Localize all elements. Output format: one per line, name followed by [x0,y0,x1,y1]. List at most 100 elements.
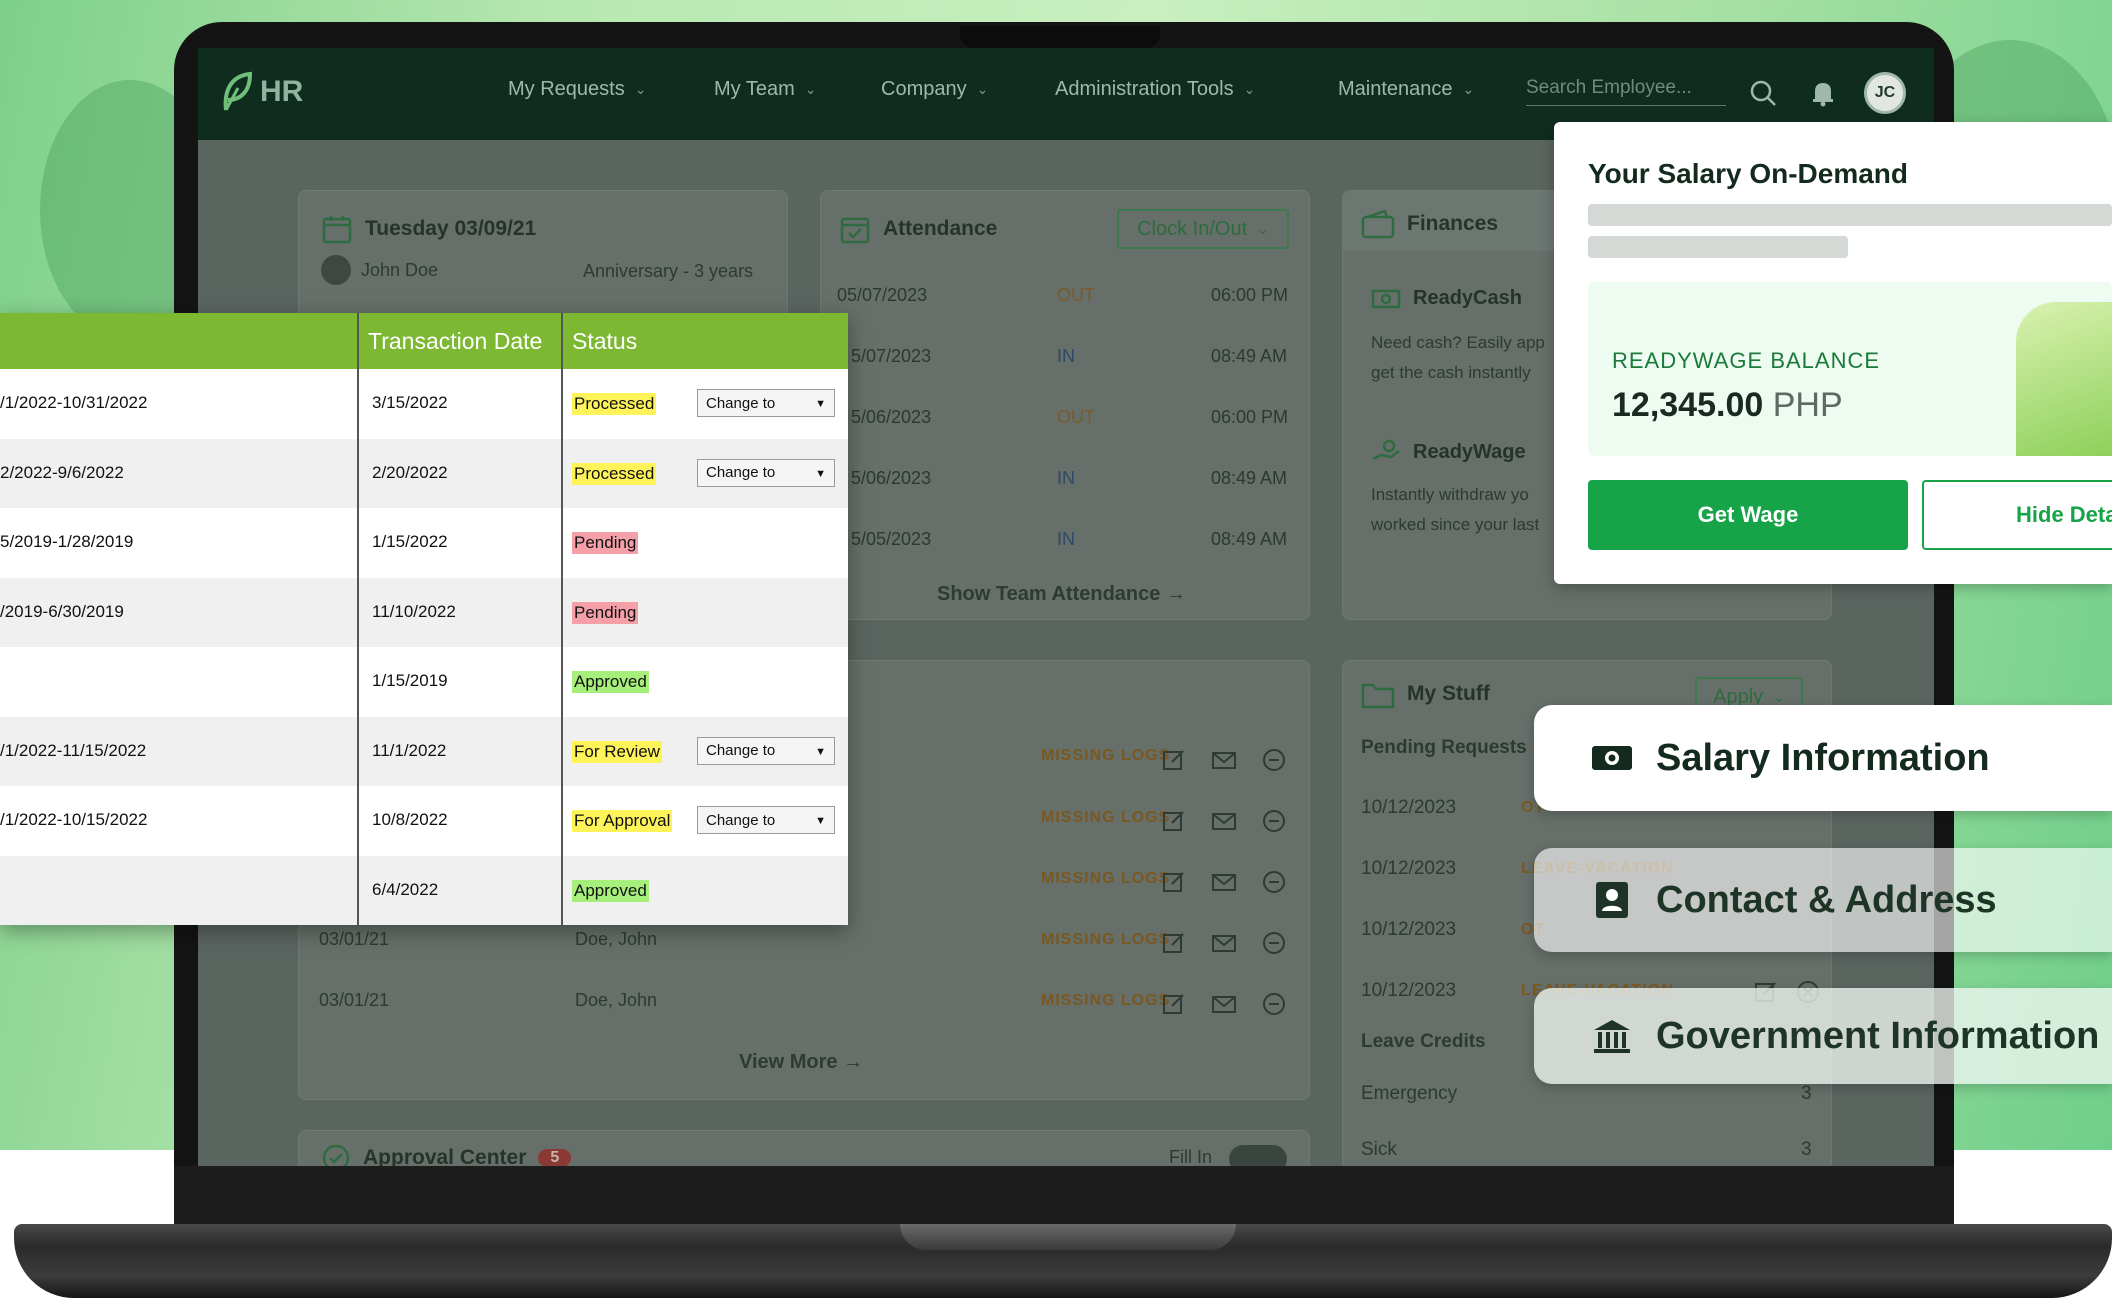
hr-logo[interactable]: HR [220,70,303,114]
calendar-check-icon [840,217,870,244]
attendance-type: IN [1057,468,1075,488]
nav-my-team[interactable]: My Team ⌄ [714,78,817,101]
user-avatar[interactable]: JC [1864,72,1906,114]
contact-address-label: Contact & Address [1656,878,1997,921]
column-divider [357,313,359,925]
table-header: Transaction Date Status [0,313,848,369]
readywage-balance-card: READYWAGE BALANCE 12,345.00 PHP [1588,282,2112,456]
attendance-date: 5/06/2023 [851,468,932,488]
event-description: Anniversary - 3 years [583,261,754,281]
select-label: Change to [706,394,776,412]
calendar-icon [322,216,352,244]
clock-in-out-button[interactable]: Clock In/Out ⌄ [1117,209,1289,249]
calendar-card: Tuesday 03/09/21 John Doe Anniversary - … [298,190,788,320]
mail-icon[interactable] [1211,747,1237,773]
change-to-select[interactable]: Change to ▼ [697,458,835,487]
leave-type: Sick [1361,1139,1397,1160]
log-status: MISSING LOGS [1041,870,1171,887]
column-header-status[interactable]: Status [572,328,637,355]
salary-information-tab[interactable]: Salary Information [1534,705,2112,811]
view-more-link[interactable]: View More → [739,1051,863,1074]
edit-icon[interactable] [1161,808,1187,834]
laptop-bezel-bottom [174,1166,1954,1226]
readywage-description: Instantly withdraw yo [1371,485,1529,504]
mail-icon[interactable] [1211,930,1237,956]
readycash-description: get the cash instantly [1371,363,1531,382]
remove-icon[interactable] [1261,991,1287,1017]
attendance-date: 5/07/2023 [851,346,932,366]
table-row[interactable]: /1/2022-10/15/2022 10/8/2022 For Approva… [0,786,848,856]
change-to-select[interactable]: Change to ▼ [697,806,835,834]
show-team-link-label: Show Team Attendance [937,583,1161,605]
nav-maintenance[interactable]: Maintenance ⌄ [1338,78,1474,101]
attendance-time: 06:00 PM [1211,285,1289,305]
change-to-select[interactable]: Change to ▼ [697,736,835,765]
calendar-card-title: Tuesday 03/09/21 [321,213,536,245]
pending-requests-label: Pending Requests [1361,737,1527,758]
table-row[interactable]: 5/2019-1/28/2019 1/15/2022 Pending [0,508,848,578]
chevron-down-icon: ⌄ [804,81,817,97]
edit-icon[interactable] [1161,747,1187,773]
search-icon[interactable] [1748,78,1778,108]
date-cell: 11/10/2022 [372,601,456,621]
contact-address-tab[interactable]: Contact & Address [1534,848,2112,952]
government-information-tab[interactable]: Government Information [1534,988,2112,1084]
remove-icon[interactable] [1261,808,1287,834]
fill-in-toggle[interactable] [1229,1145,1287,1166]
dropdown-arrow-icon: ▼ [815,815,826,827]
mail-icon[interactable] [1211,808,1237,834]
wallet-icon [1361,209,1395,239]
table-row[interactable]: /1/2022-11/15/2022 11/1/2022 For Review … [0,716,848,786]
column-header-transaction-date[interactable]: Transaction Date [368,328,542,355]
transactions-table: Transaction Date Status /1/2022-10/31/20… [0,313,848,925]
calendar-date-label: Tuesday 03/09/21 [365,217,537,240]
dropdown-arrow-icon: ▼ [815,745,826,758]
check-circle-icon [322,1144,350,1166]
table-row[interactable]: 2/2022-9/6/2022 2/20/2022 Processed Chan… [0,438,848,508]
table-row[interactable]: 1/15/2019 Approved [0,647,848,717]
logo-text: HR [260,75,304,108]
table-row[interactable]: /1/2022-10/31/2022 3/15/2022 Processed C… [0,369,848,439]
log-status: MISSING LOGS [1041,809,1171,826]
laptop-base-notch [900,1224,1236,1250]
table-row[interactable]: /2019-6/30/2019 11/10/2022 Pending [0,577,848,647]
remove-icon[interactable] [1261,747,1287,773]
nav-label: My Requests [508,78,625,100]
mail-icon[interactable] [1211,869,1237,895]
nav-company[interactable]: Company ⌄ [881,78,988,101]
change-to-select[interactable]: Change to ▼ [697,389,835,417]
attendance-title: Attendance [883,217,998,240]
status-badge: For Review [572,740,662,763]
period-cell: /1/2022-10/31/2022 [0,393,148,412]
period-cell: 2/2022-9/6/2022 [0,462,124,482]
mail-icon[interactable] [1211,991,1237,1017]
remove-icon[interactable] [1261,869,1287,895]
search-employee-input[interactable] [1526,70,1726,106]
log-status: MISSING LOGS [1041,992,1171,1009]
edit-icon[interactable] [1161,991,1187,1017]
my-stuff-label: My Stuff [1407,682,1490,705]
nav-administration-tools[interactable]: Administration Tools ⌄ [1055,78,1255,101]
salary-information-label: Salary Information [1656,736,1990,779]
attendance-card: Attendance Clock In/Out ⌄ 05/07/2023 OUT … [820,190,1310,620]
edit-icon[interactable] [1161,930,1187,956]
request-date: 10/12/2023 [1361,980,1457,1001]
skeleton-line [1588,204,2112,226]
table-row[interactable]: 6/4/2022 Approved [0,855,848,925]
bell-icon[interactable] [1808,78,1838,108]
get-wage-button[interactable]: Get Wage [1588,480,1908,550]
remove-icon[interactable] [1261,930,1287,956]
log-employee-name: Doe, John [575,990,658,1010]
nav-my-requests[interactable]: My Requests ⌄ [508,78,646,101]
hide-details-button[interactable]: Hide Deta [1922,480,2112,550]
bank-building-icon [1594,1020,1630,1053]
attendance-time: 06:00 PM [1211,407,1289,427]
show-team-attendance-link[interactable]: Show Team Attendance → [937,583,1186,606]
date-cell: 11/1/2022 [372,740,447,760]
attendance-date: 5/06/2023 [851,407,932,427]
edit-icon[interactable] [1161,869,1187,895]
attendance-time: 08:49 AM [1211,468,1288,488]
readywage-description: worked since your last [1371,515,1540,534]
readycash-description: Need cash? Easily app [1371,333,1545,352]
attendance-row: 05/07/2023 OUT 06:00 PM [821,267,1301,327]
